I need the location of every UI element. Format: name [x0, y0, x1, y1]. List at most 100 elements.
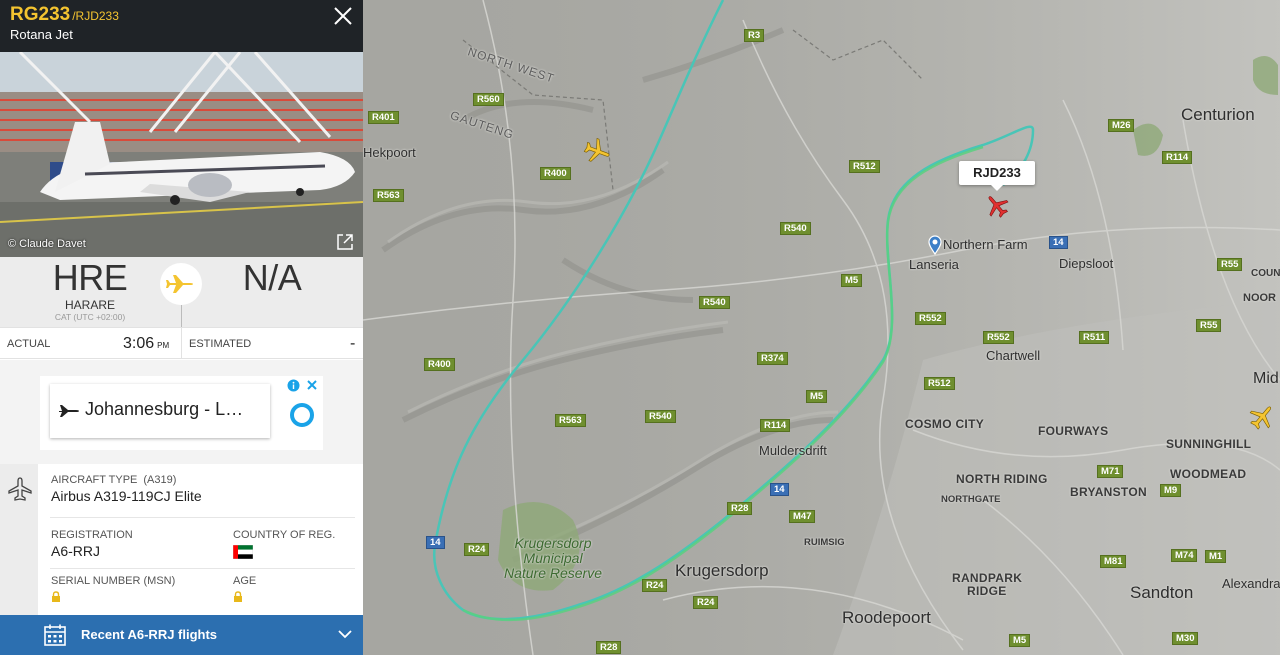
place-label: Sandton [1130, 583, 1194, 602]
airplane-icon [59, 405, 79, 417]
road-shield: R374 [757, 352, 788, 365]
road-shield: R552 [915, 312, 946, 325]
place-label: NORTH RIDING [956, 472, 1048, 486]
advertisement[interactable]: Johannesburg - L… [40, 376, 323, 450]
road-shield: R540 [699, 296, 730, 309]
other-aircraft-icon[interactable] [582, 136, 612, 166]
place-label: SUNNINGHILL [1166, 437, 1252, 451]
place-label: BRYANSTON [1070, 485, 1147, 499]
place-label: Krugersdorp [675, 561, 769, 580]
road-shield: R55 [1217, 258, 1243, 271]
road-shield: M74 [1171, 549, 1198, 562]
road-shield: R114 [760, 419, 791, 432]
road-shield: M5 [1009, 634, 1031, 647]
place-label: FOURWAYS [1038, 424, 1109, 438]
road-shield: M5 [841, 274, 863, 287]
place-label: Lanseria [909, 257, 959, 272]
place-label: Chartwell [986, 348, 1041, 363]
road-shield: R540 [780, 222, 811, 235]
road-shield: M5 [806, 390, 828, 403]
actual-time: ACTUAL 3:06 PM [0, 328, 181, 358]
airport-pin-icon[interactable] [928, 235, 942, 255]
flight-callsign: /RJD233 [72, 9, 119, 23]
estimated-label: ESTIMATED [189, 338, 252, 350]
place-label: NORTHGATE [941, 494, 1001, 505]
ad-close-icon[interactable] [306, 379, 318, 391]
reserve-label-line: Municipal [523, 550, 583, 566]
road-shield: 14 [1049, 236, 1068, 249]
place-label: Alexandra [1222, 576, 1280, 591]
airplane-outline-icon [8, 477, 32, 501]
aircraft-photo-image [0, 52, 363, 257]
road-shield: M1 [1205, 550, 1227, 563]
aircraft-type-label-text: AIRCRAFT TYPE [51, 474, 138, 486]
origin-airport[interactable]: HRE HARARE CAT (UTC +02:00) [30, 257, 150, 324]
place-label: Centurion [1181, 105, 1255, 124]
recent-flights-button[interactable]: Recent A6-RRJ flights [0, 615, 363, 655]
place-label: Mid [1253, 370, 1279, 387]
aircraft-info-sidebar [0, 464, 38, 615]
origin-timezone: CAT (UTC +02:00) [54, 312, 126, 322]
flight-number: RG233 [10, 4, 71, 25]
actual-value: 3:06 PM [123, 335, 169, 353]
ad-card[interactable]: Johannesburg - L… [50, 384, 270, 438]
road-shield: R28 [727, 502, 753, 515]
estimated-time: ESTIMATED - [182, 328, 363, 358]
serial-number-label: SERIAL NUMBER (MSN) [51, 575, 176, 587]
panel-header: RG233/RJD233 Rotana Jet [0, 0, 363, 52]
route-divider [181, 305, 182, 327]
road-shield: M47 [789, 510, 816, 523]
registration-label: REGISTRATION [51, 529, 133, 541]
expand-photo-icon[interactable] [336, 233, 354, 251]
road-shield: M71 [1097, 465, 1124, 478]
estimated-value: - [350, 335, 356, 352]
selected-aircraft-icon[interactable] [983, 192, 1011, 220]
road-shield: R24 [693, 596, 719, 609]
advertisement-area: Johannesburg - L… [0, 360, 363, 464]
aircraft-type-value: Airbus A319-119CJ Elite [51, 488, 202, 504]
route-summary: HRE HARARE CAT (UTC +02:00) N/A [0, 257, 363, 327]
airplane-icon [166, 275, 193, 293]
road-shield: R401 [368, 111, 399, 124]
actual-label: ACTUAL [7, 338, 51, 350]
aircraft-photo[interactable]: © Claude Davet [0, 52, 363, 257]
info-divider [50, 517, 355, 518]
ad-info-icon[interactable] [287, 379, 300, 392]
place-label: Roodepoort [842, 608, 931, 627]
road-shield: M26 [1108, 119, 1135, 132]
road-shield: R400 [540, 167, 571, 180]
place-label: WOODMEAD [1170, 467, 1247, 481]
country-label: COUNTRY OF REG. [233, 529, 336, 541]
route-plane-badge [160, 263, 202, 305]
lock-icon[interactable] [51, 591, 61, 602]
actual-value-ampm: PM [157, 341, 170, 350]
road-shield: R563 [555, 414, 586, 427]
place-label: COSMO CITY [905, 417, 985, 431]
airline-name: Rotana Jet [10, 27, 73, 42]
aircraft-type-label: AIRCRAFT TYPE (A319) [51, 474, 176, 486]
lock-icon[interactable] [233, 591, 243, 602]
place-label: Diepsloot [1059, 256, 1114, 271]
road-shield: R3 [744, 29, 765, 42]
registration-value: A6-RRJ [51, 543, 101, 559]
destination-airport[interactable]: N/A [212, 257, 332, 299]
nature-reserve-label: Krugersdorp Municipal Nature Reserve [493, 536, 613, 581]
road-shield: R511 [1079, 331, 1110, 344]
chevron-down-icon [338, 630, 352, 639]
aircraft-callsign-tag[interactable]: RJD233 [959, 161, 1035, 191]
other-aircraft-icon[interactable] [1247, 402, 1277, 432]
road-shield: R563 [373, 189, 404, 202]
road-shield: R24 [642, 579, 668, 592]
road-shield: R560 [473, 93, 504, 106]
road-shield: R540 [645, 410, 676, 423]
close-icon[interactable] [331, 4, 355, 28]
road-shield: M81 [1100, 555, 1127, 568]
recent-flights-label: Recent A6-RRJ flights [81, 627, 218, 642]
map-view[interactable]: R3 R560 R401 R563 R400 R512 M26 R114 R54… [363, 0, 1280, 655]
flight-times: ACTUAL 3:06 PM ESTIMATED - [0, 327, 363, 359]
photo-credit: © Claude Davet [8, 238, 86, 250]
actual-value-time: 3:06 [123, 335, 155, 352]
road-shield: R24 [464, 543, 490, 556]
reserve-label-line: Nature Reserve [503, 565, 603, 581]
road-shield: R55 [1196, 319, 1222, 332]
